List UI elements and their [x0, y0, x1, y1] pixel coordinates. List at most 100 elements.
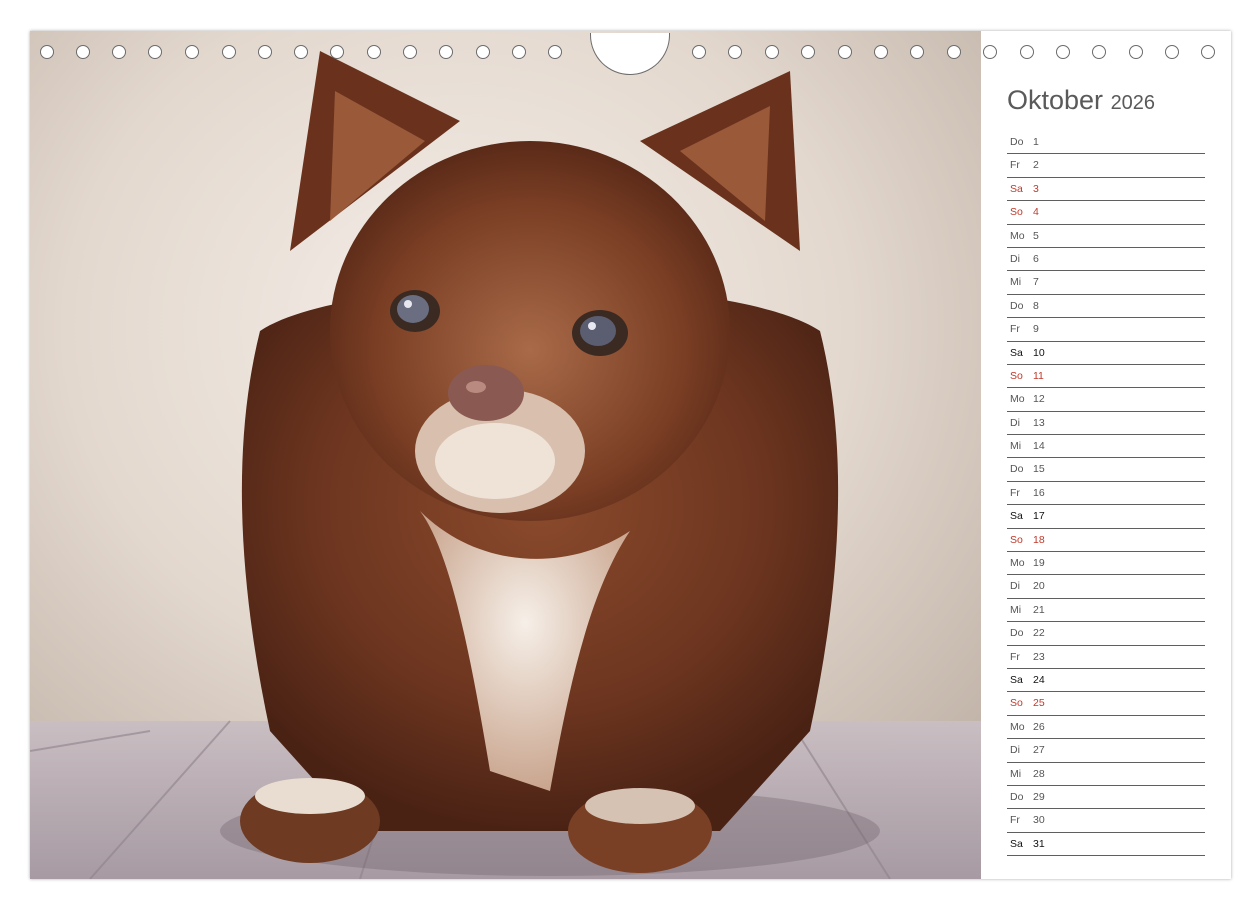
day-number: 16 [1033, 486, 1045, 499]
day-number: 25 [1033, 697, 1045, 710]
weekday-label: Fr [1010, 159, 1020, 172]
weekday-label: Fr [1010, 814, 1020, 827]
weekday-label: Mo [1010, 557, 1025, 570]
day-number: 20 [1033, 580, 1045, 593]
weekday-label: Do [1010, 790, 1024, 803]
day-row: Sa 17 [1007, 505, 1205, 529]
month-name: Oktober [1007, 85, 1104, 115]
weekday-label: Di [1010, 252, 1020, 265]
binding-hole [40, 45, 54, 59]
weekday-label: Di [1010, 416, 1020, 429]
day-number: 7 [1033, 276, 1039, 289]
binding-hole [403, 45, 417, 59]
weekday-label: Fr [1010, 650, 1020, 663]
month-title: Oktober 2026 [1007, 85, 1155, 116]
binding-hole [1020, 45, 1034, 59]
dog-photo [30, 31, 981, 879]
day-row: Do 15 [1007, 458, 1205, 482]
weekday-label: Sa [1010, 673, 1023, 686]
weekday-label: So [1010, 533, 1023, 546]
binding-hole [294, 45, 308, 59]
day-number: 2 [1033, 159, 1039, 172]
day-number: 28 [1033, 767, 1045, 780]
binding-hole [1056, 45, 1070, 59]
binding-hole [185, 45, 199, 59]
weekday-label: Mo [1010, 393, 1025, 406]
binding-hole [801, 45, 815, 59]
day-row: Mi 7 [1007, 271, 1205, 295]
day-row: Di 20 [1007, 575, 1205, 599]
weekday-label: Mo [1010, 720, 1025, 733]
day-row: Fr 30 [1007, 809, 1205, 833]
day-row: So 4 [1007, 201, 1205, 225]
weekday-label: So [1010, 369, 1023, 382]
day-row: Do 29 [1007, 786, 1205, 810]
binding-hole [947, 45, 961, 59]
weekday-label: Fr [1010, 486, 1020, 499]
binding-hole [728, 45, 742, 59]
day-number: 9 [1033, 323, 1039, 336]
binding-holes [30, 31, 1231, 79]
binding-hole [1092, 45, 1106, 59]
day-row: Fr 2 [1007, 154, 1205, 178]
day-number: 31 [1033, 837, 1045, 850]
binding-hole [367, 45, 381, 59]
binding-hole [76, 45, 90, 59]
day-number: 13 [1033, 416, 1045, 429]
weekday-label: Di [1010, 744, 1020, 757]
day-number: 23 [1033, 650, 1045, 663]
day-number: 4 [1033, 206, 1039, 219]
binding-hole [548, 45, 562, 59]
calendar-page: Oktober 2026 Do 1 Fr 2 Sa 3 So 4 Mo 5 Di 6 Mi 7 Do 8 Fr 9… [30, 31, 1231, 879]
binding-hole [1165, 45, 1179, 59]
weekday-label: So [1010, 697, 1023, 710]
weekday-label: Do [1010, 136, 1024, 148]
day-list: Do 1 Fr 2 Sa 3 So 4 Mo 5 Di 6 Mi 7 Do 8 Fr 9 Sa 10 So 11 Mo 12 D… [1007, 131, 1205, 857]
binding-hole [692, 45, 706, 59]
day-number: 18 [1033, 533, 1045, 546]
day-number: 6 [1033, 252, 1039, 265]
binding-hole [874, 45, 888, 59]
binding-hole [258, 45, 272, 59]
day-row: Do 1 [1007, 131, 1205, 155]
day-number: 15 [1033, 463, 1045, 476]
day-number: 11 [1033, 369, 1044, 382]
day-number: 3 [1033, 182, 1039, 195]
day-row: Mi 14 [1007, 435, 1205, 459]
day-number: 12 [1033, 393, 1045, 406]
day-row: Mo 12 [1007, 388, 1205, 412]
binding-hole [765, 45, 779, 59]
day-row: Mo 26 [1007, 716, 1205, 740]
weekday-label: Di [1010, 580, 1020, 593]
day-row: Sa 3 [1007, 178, 1205, 202]
weekday-label: Sa [1010, 837, 1023, 850]
day-number: 17 [1033, 510, 1045, 523]
day-row: Sa 24 [1007, 669, 1205, 693]
day-row: Do 8 [1007, 295, 1205, 319]
day-row: Di 13 [1007, 412, 1205, 436]
weekday-label: Do [1010, 299, 1024, 312]
dog-illustration [30, 31, 981, 879]
weekday-label: Do [1010, 463, 1024, 476]
weekday-label: Mo [1010, 229, 1025, 242]
day-number: 30 [1033, 814, 1045, 827]
day-row: Fr 23 [1007, 646, 1205, 669]
day-row: Sa 10 [1007, 342, 1205, 365]
year-label: 2026 [1110, 92, 1156, 114]
weekday-label: Sa [1010, 182, 1023, 195]
binding-hole [1201, 45, 1215, 59]
weekday-label: Mi [1010, 276, 1022, 289]
day-row: So 18 [1007, 529, 1205, 553]
day-row: Di 27 [1007, 739, 1205, 763]
day-number: 21 [1033, 603, 1045, 616]
day-row: Di 6 [1007, 248, 1205, 272]
binding-hole [910, 45, 924, 59]
day-number: 29 [1033, 790, 1045, 803]
day-row: Fr 9 [1007, 318, 1205, 342]
day-row: Mo 19 [1007, 552, 1205, 576]
weekday-label: Sa [1010, 510, 1023, 523]
binding-hole [439, 45, 453, 59]
calendar-panel: Oktober 2026 Do 1 Fr 2 Sa 3 So 4 Mo 5 Di 6 Mi 7 Do 8 Fr 9… [981, 31, 1231, 879]
day-number: 22 [1033, 627, 1045, 640]
binding-hole [112, 45, 126, 59]
